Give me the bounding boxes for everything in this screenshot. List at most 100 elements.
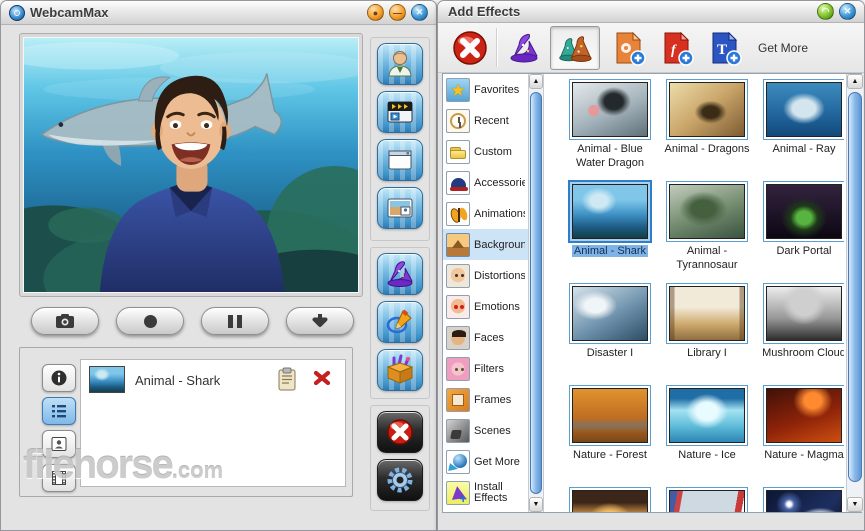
effect-nature-forest[interactable]: Nature - Forest xyxy=(562,385,658,462)
record-button[interactable] xyxy=(116,307,184,335)
effect-row5-2[interactable] xyxy=(659,487,755,512)
effects-content: Favorites Recent Custom Accessories Anim… xyxy=(442,73,863,513)
add-text-icon: T xyxy=(712,31,742,66)
pause-button[interactable] xyxy=(201,307,269,335)
delete-x-icon xyxy=(313,370,331,386)
star-icon xyxy=(446,77,470,102)
pause-icon xyxy=(228,314,242,328)
effect-disaster[interactable]: Disaster I xyxy=(562,283,658,360)
settings-button[interactable] xyxy=(377,459,423,501)
effect-row5-3[interactable] xyxy=(756,487,844,512)
video-clip-icon xyxy=(387,101,413,123)
delete-button[interactable] xyxy=(313,369,331,387)
globe-arrow-icon xyxy=(446,449,470,474)
effect-thumbnail xyxy=(669,82,745,137)
category-install-effects[interactable]: Install Effects xyxy=(443,477,528,508)
sources-group xyxy=(370,37,430,241)
add-flash-button[interactable]: f xyxy=(654,26,698,70)
category-animations[interactable]: Animations xyxy=(443,198,528,229)
stop-icon xyxy=(387,419,413,445)
scroll-down-button[interactable]: ▼ xyxy=(847,497,863,512)
category-get-more[interactable]: Get More xyxy=(443,446,528,477)
effect-nature-magma[interactable]: Nature - Magma xyxy=(756,385,844,462)
webcammax-titlebar[interactable]: WebcamMax ● — ✕ xyxy=(1,1,436,25)
add-picture-button[interactable] xyxy=(606,26,650,70)
scrollbar-thumb[interactable] xyxy=(530,92,542,494)
camera-icon xyxy=(56,314,74,328)
effect-nature-ice[interactable]: Nature - Ice xyxy=(659,385,755,462)
webcam-source-button[interactable] xyxy=(377,43,423,85)
scroll-up-button[interactable]: ▲ xyxy=(529,74,543,89)
effect-mushroom-cloud[interactable]: Mushroom Cloud xyxy=(756,283,844,360)
single-effect-tab[interactable] xyxy=(502,26,546,70)
category-emotions[interactable]: Emotions xyxy=(443,291,528,322)
scrollbar-thumb[interactable] xyxy=(848,92,862,482)
record-icon xyxy=(143,314,157,328)
effects-group xyxy=(370,247,430,399)
package-box-icon xyxy=(386,354,414,384)
effect-library[interactable]: Library I xyxy=(659,283,755,360)
filtered-face-icon xyxy=(446,356,470,381)
info-button[interactable] xyxy=(42,364,76,392)
effects-package-button[interactable] xyxy=(377,349,423,391)
doodling-button[interactable] xyxy=(377,301,423,343)
category-frames[interactable]: Frames xyxy=(443,384,528,415)
pin-button[interactable]: ◠ xyxy=(817,3,834,20)
close-button[interactable]: ✕ xyxy=(839,3,856,20)
minimize-button[interactable]: — xyxy=(389,4,406,21)
effect-thumbnail xyxy=(669,490,745,512)
category-filters[interactable]: Filters xyxy=(443,353,528,384)
effect-thumbnail xyxy=(766,286,842,341)
distorted-face-icon xyxy=(446,263,470,288)
list-view-button[interactable] xyxy=(42,397,76,425)
category-custom[interactable]: Custom xyxy=(443,136,528,167)
category-distortions[interactable]: Distortions xyxy=(443,260,528,291)
wizard-hat-icon xyxy=(387,261,413,287)
image-view-button[interactable] xyxy=(42,430,76,458)
snapshot-button[interactable] xyxy=(31,307,99,335)
scroll-up-button[interactable]: ▲ xyxy=(847,74,863,89)
category-recent[interactable]: Recent xyxy=(443,105,528,136)
get-more-link[interactable]: Get More xyxy=(758,23,808,73)
category-faces[interactable]: Faces xyxy=(443,322,528,353)
save-button[interactable] xyxy=(286,307,354,335)
multi-effects-tab[interactable] xyxy=(550,26,600,70)
dialog-footer xyxy=(438,511,864,530)
close-button[interactable]: ✕ xyxy=(411,4,428,21)
stop-button[interactable] xyxy=(377,411,423,453)
effect-thumbnail xyxy=(766,388,842,443)
effect-tyrannosaur[interactable]: Animal - Tyrannosaur xyxy=(659,181,755,272)
effects-button[interactable] xyxy=(377,253,423,295)
effect-dragons[interactable]: Animal - Dragons xyxy=(659,79,755,156)
playlist[interactable]: Animal - Shark xyxy=(80,359,346,487)
effect-row5-1[interactable] xyxy=(562,487,658,512)
effect-dark-portal[interactable]: Dark Portal xyxy=(756,181,844,258)
playlist-item[interactable]: Animal - Shark xyxy=(81,360,345,400)
webcammax-window: WebcamMax ● — ✕ Animal - Shark filehorse… xyxy=(0,0,437,531)
close-effects-button[interactable] xyxy=(452,30,488,66)
effect-thumbnail xyxy=(669,184,745,239)
cap-icon xyxy=(446,170,470,195)
person-icon xyxy=(388,51,412,77)
effects-toolbar: f T Get More xyxy=(438,23,864,73)
category-accessories[interactable]: Accessories xyxy=(443,167,528,198)
category-scenes[interactable]: Scenes xyxy=(443,415,528,446)
add-effects-titlebar[interactable]: Add Effects ◠ ✕ xyxy=(438,1,864,23)
effects-scrollbar[interactable]: ▲ ▼ xyxy=(846,74,863,512)
window-icon xyxy=(388,150,412,170)
add-text-button[interactable]: T xyxy=(702,26,746,70)
effect-blue-water-dragon[interactable]: Animal - Blue Water Dragon xyxy=(562,79,658,170)
effect-shark-selected[interactable]: Animal - Shark xyxy=(562,181,658,258)
window-source-button[interactable] xyxy=(377,139,423,181)
video-view-button[interactable] xyxy=(42,464,76,492)
category-scrollbar[interactable]: ▲ ▼ xyxy=(528,74,544,512)
picture-in-picture-button[interactable] xyxy=(377,187,423,229)
copy-button[interactable] xyxy=(277,367,297,391)
video-source-button[interactable] xyxy=(377,91,423,133)
scroll-down-button[interactable]: ▼ xyxy=(529,497,543,512)
effect-ray[interactable]: Animal - Ray xyxy=(756,79,844,156)
category-backgrounds[interactable]: Backgrounds xyxy=(443,229,528,260)
category-favorites[interactable]: Favorites xyxy=(443,74,528,105)
emotion-face-icon xyxy=(446,294,470,319)
tray-button[interactable]: ● xyxy=(367,4,384,21)
